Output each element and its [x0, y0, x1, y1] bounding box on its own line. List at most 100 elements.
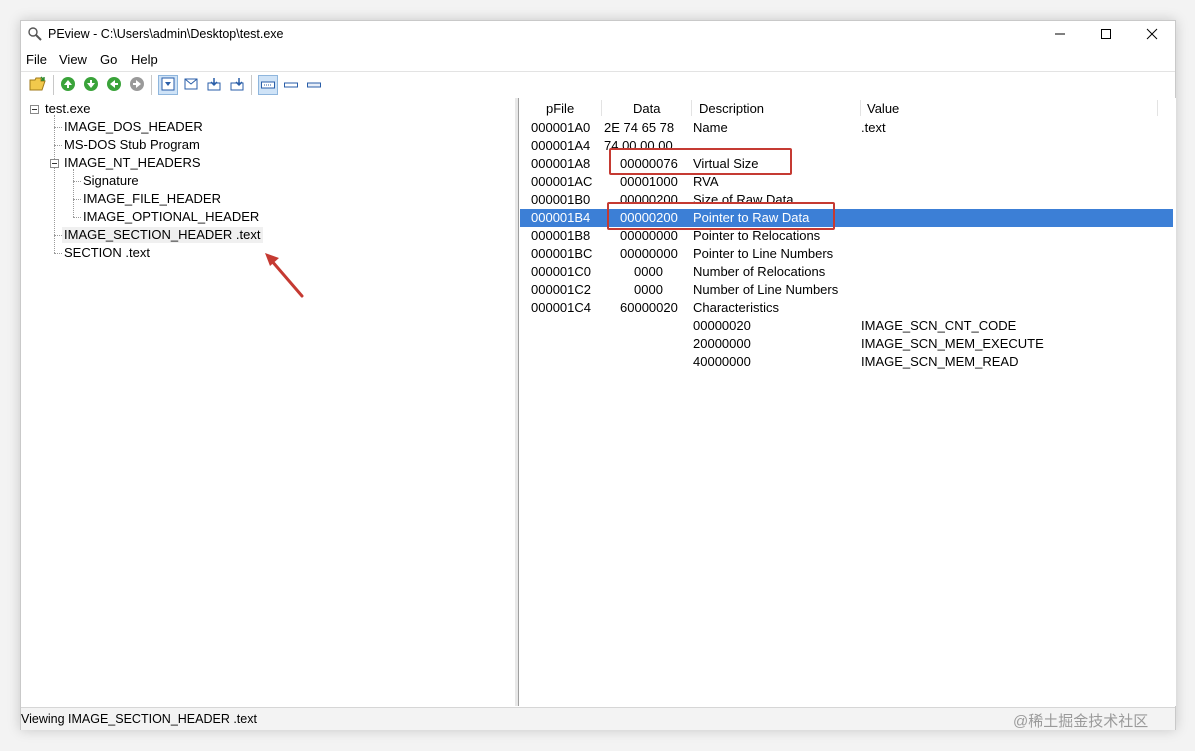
cell-value: IMAGE_SCN_MEM_EXECUTE	[861, 336, 1044, 351]
column-description[interactable]: Description	[699, 101, 764, 116]
tree-pane: test.exe IMAGE_DOS_HEADER MS-DOS Stub Pr…	[21, 98, 516, 706]
cell-pfile: 000001C0	[531, 264, 591, 279]
cell-data: 0000	[634, 282, 663, 297]
column-value[interactable]: Value	[867, 101, 899, 116]
toolbar-separator	[53, 75, 54, 95]
view-hex-button[interactable]	[158, 75, 178, 95]
collapse-root-icon[interactable]	[30, 105, 39, 114]
table-row[interactable]: 000001A0 2E 74 65 78 Name .text	[520, 119, 1173, 137]
cell-pfile: 000001A8	[531, 156, 591, 171]
table-row[interactable]: 000001AC 00001000 RVA	[520, 173, 1173, 191]
collapse-nt-headers-icon[interactable]	[50, 159, 59, 168]
annotation-box-virtual-size	[609, 148, 792, 175]
menu-help[interactable]: Help	[131, 52, 158, 67]
forward-button[interactable]	[81, 75, 101, 95]
tree-node-section-header-text[interactable]: IMAGE_SECTION_HEADER .text	[62, 227, 263, 243]
forward-icon	[83, 76, 99, 95]
view-large-button[interactable]	[258, 75, 278, 95]
close-button[interactable]	[1129, 21, 1175, 49]
tree-connector	[54, 253, 62, 254]
cell-data: 60000020	[620, 300, 678, 315]
previous-button[interactable]	[104, 75, 124, 95]
cell-data: 0000	[634, 264, 663, 279]
open-icon	[29, 76, 47, 95]
column-divider[interactable]	[691, 100, 692, 116]
cell-description: 40000000	[693, 354, 751, 369]
column-divider[interactable]	[1157, 100, 1158, 116]
next-button[interactable]	[127, 75, 147, 95]
tree-node-dos-header[interactable]: IMAGE_DOS_HEADER	[62, 119, 205, 135]
cell-pfile: 000001C4	[531, 300, 591, 315]
status-bar: Viewing IMAGE_SECTION_HEADER .text	[21, 707, 1175, 730]
tree-node-root[interactable]: test.exe	[43, 101, 93, 117]
table-row[interactable]: 000001C4 60000020 Characteristics	[520, 299, 1173, 317]
view-medium-button[interactable]	[281, 75, 301, 95]
view-section-button[interactable]	[204, 75, 224, 95]
maximize-button[interactable]	[1083, 21, 1129, 49]
cell-description: Number of Relocations	[693, 264, 826, 279]
menu-bar: File View Go Help	[21, 49, 1175, 71]
status-text: Viewing IMAGE_SECTION_HEADER .text	[21, 712, 257, 726]
title-bar: PEview - C:\Users\admin\Desktop\test.exe	[21, 21, 1175, 49]
toolbar	[21, 71, 1175, 99]
view-small-icon	[307, 78, 321, 93]
tree-connector	[73, 199, 81, 200]
tree-node-optional-header[interactable]: IMAGE_OPTIONAL_HEADER	[81, 209, 261, 225]
tree-connector	[54, 127, 62, 128]
tree-node-section-text[interactable]: SECTION .text	[62, 245, 152, 261]
cell-description: Pointer to Line Numbers	[693, 246, 834, 261]
tree-node-file-header[interactable]: IMAGE_FILE_HEADER	[81, 191, 223, 207]
cell-data: 00000000	[620, 246, 678, 261]
cell-pfile: 000001B4	[531, 210, 591, 225]
back-button[interactable]	[58, 75, 78, 95]
view-small-button[interactable]	[304, 75, 324, 95]
cell-description: Characteristics	[693, 300, 779, 315]
cell-pfile: 000001A0	[531, 120, 591, 135]
tree-node-signature[interactable]: Signature	[81, 173, 141, 189]
table-row[interactable]: 20000000 IMAGE_SCN_MEM_EXECUTE	[520, 335, 1173, 353]
window-title: PEview - C:\Users\admin\Desktop\test.exe	[48, 27, 284, 41]
column-divider[interactable]	[860, 100, 861, 116]
menu-go[interactable]: Go	[100, 52, 117, 67]
table-row[interactable]: 00000020 IMAGE_SCN_CNT_CODE	[520, 317, 1173, 335]
tree-connector	[73, 217, 81, 218]
tree-node-nt-headers[interactable]: IMAGE_NT_HEADERS	[62, 155, 203, 171]
table-row[interactable]: 000001C2 0000 Number of Line Numbers	[520, 281, 1173, 299]
tree-connector	[73, 169, 74, 217]
cell-description: 00000020	[693, 318, 751, 333]
cell-description: Pointer to Relocations	[693, 228, 821, 243]
tree-connector	[54, 235, 62, 236]
close-icon	[1146, 28, 1158, 43]
cell-data: 00000000	[620, 228, 678, 243]
tree-connector	[73, 181, 81, 182]
view-raw-icon	[230, 77, 244, 94]
cell-description: RVA	[693, 174, 719, 189]
view-raw-button[interactable]	[227, 75, 247, 95]
magnifier-app-icon	[27, 26, 43, 42]
cell-description: Name	[693, 120, 728, 135]
column-data[interactable]: Data	[633, 101, 660, 116]
menu-view[interactable]: View	[59, 52, 87, 67]
menu-file[interactable]: File	[26, 52, 47, 67]
next-icon	[129, 76, 145, 95]
watermark-text: @稀土掘金技术社区	[1013, 713, 1149, 730]
cell-pfile: 000001B0	[531, 192, 591, 207]
cell-data: 2E 74 65 78	[604, 120, 675, 135]
view-header-button[interactable]	[181, 75, 201, 95]
open-button[interactable]	[28, 75, 48, 95]
table-row[interactable]: 000001C0 0000 Number of Relocations	[520, 263, 1173, 281]
cell-pfile: 000001C2	[531, 282, 591, 297]
table-row[interactable]: 40000000 IMAGE_SCN_MEM_READ	[520, 353, 1173, 371]
column-pfile[interactable]: pFile	[546, 101, 574, 116]
minimize-icon	[1054, 28, 1066, 43]
tree-connector	[54, 115, 55, 253]
minimize-button[interactable]	[1037, 21, 1083, 49]
back-icon	[60, 76, 76, 95]
view-header-icon	[184, 77, 198, 94]
tree-node-dos-stub[interactable]: MS-DOS Stub Program	[62, 137, 202, 153]
column-divider[interactable]	[601, 100, 602, 116]
cell-pfile: 000001BC	[531, 246, 593, 261]
cell-value: IMAGE_SCN_CNT_CODE	[861, 318, 1017, 333]
view-medium-icon	[284, 78, 298, 93]
table-row[interactable]: 000001BC 00000000 Pointer to Line Number…	[520, 245, 1173, 263]
